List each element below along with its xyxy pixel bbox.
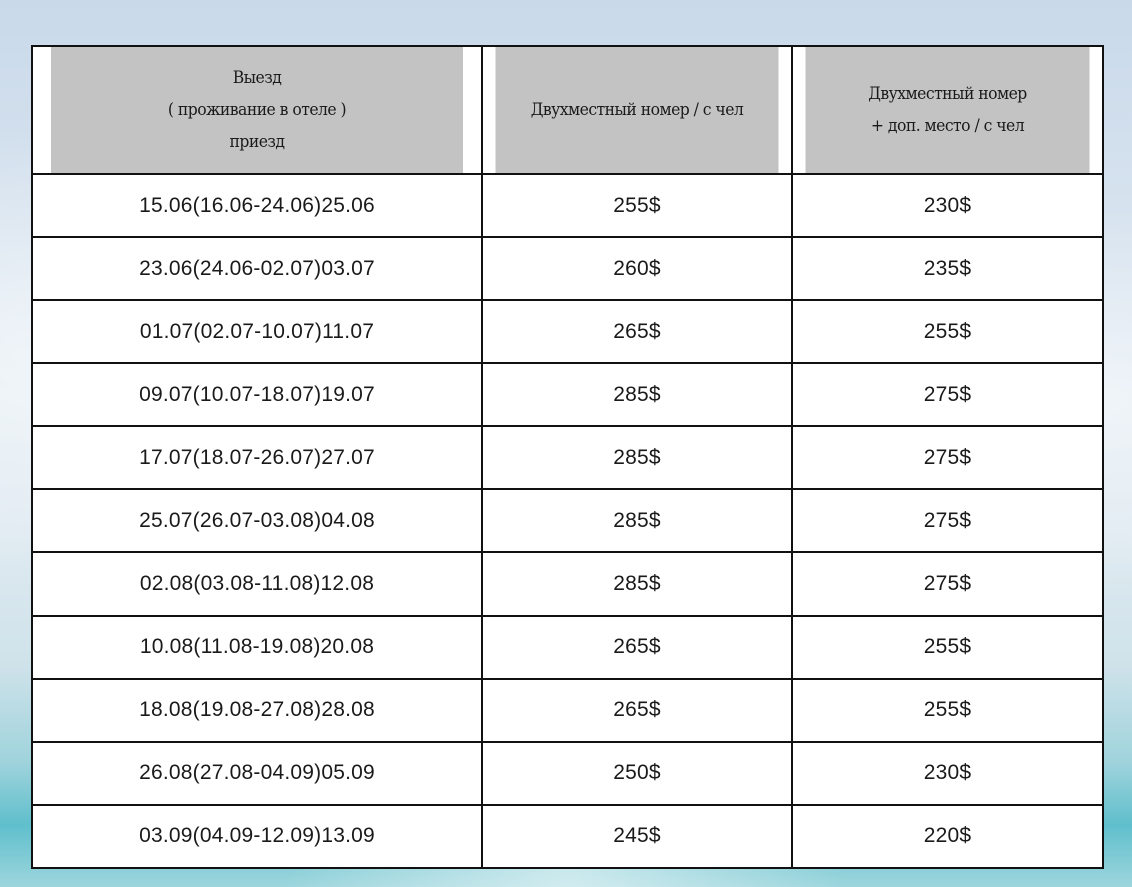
cell-extra-price: 275$ [791,425,1104,491]
cell-double-price: 265$ [481,614,793,680]
header-extra-line-1: Двухместный номер [868,84,1027,104]
cell-double-price: 285$ [481,551,793,617]
table-header-row: Выезд ( проживание в отеле ) приезд Двух… [32,45,1103,175]
header-dates-line-2: ( проживание в отеле ) [167,100,347,120]
cell-extra-price: 275$ [791,488,1104,554]
header-double-room: Двухместный номер / с чел [493,45,781,175]
cell-extra-price: 235$ [791,236,1104,302]
cell-dates: 25.07(26.07-03.08)04.08 [31,488,483,554]
cell-dates: 17.07(18.07-26.07)27.07 [31,425,483,491]
cell-double-price: 265$ [481,299,793,365]
table-row: 23.06(24.06-02.07)03.07 260$ 235$ [31,236,1104,302]
cell-dates: 03.09(04.09-12.09)13.09 [31,803,483,870]
header-double-line-1: Двухместный номер / с чел [530,100,744,120]
cell-dates: 18.08(19.08-27.08)28.08 [31,677,483,743]
table-row: 03.09(04.09-12.09)13.09 245$ 220$ [31,803,1104,870]
cell-double-price: 285$ [481,488,793,554]
cell-extra-price: 230$ [791,172,1104,239]
cell-extra-price: 255$ [791,614,1104,680]
table-row: 25.07(26.07-03.08)04.08 285$ 275$ [31,488,1104,554]
cell-dates: 26.08(27.08-04.09)05.09 [31,740,483,806]
cell-extra-price: 255$ [791,677,1104,743]
table-row: 02.08(03.08-11.08)12.08 285$ 275$ [31,551,1104,617]
header-dates: Выезд ( проживание в отеле ) приезд [49,45,465,175]
cell-dates: 09.07(10.07-18.07)19.07 [31,362,483,428]
cell-dates: 15.06(16.06-24.06)25.06 [31,172,483,239]
cell-extra-price: 255$ [791,299,1104,365]
header-double-extra-bed: Двухместный номер + доп. место / с чел [803,45,1092,175]
cell-dates: 01.07(02.07-10.07)11.07 [31,299,483,365]
table-row: 18.08(19.08-27.08)28.08 265$ 255$ [31,677,1104,743]
cell-double-price: 260$ [481,236,793,302]
table-row: 15.06(16.06-24.06)25.06 255$ 230$ [31,172,1104,239]
table-row: 17.07(18.07-26.07)27.07 285$ 275$ [31,425,1104,491]
cell-dates: 23.06(24.06-02.07)03.07 [31,236,483,302]
header-dates-line-1: Выезд [232,68,282,88]
cell-dates: 10.08(11.08-19.08)20.08 [31,614,483,680]
table-row: 10.08(11.08-19.08)20.08 265$ 255$ [31,614,1104,680]
cell-double-price: 255$ [481,172,793,239]
cell-dates: 02.08(03.08-11.08)12.08 [31,551,483,617]
table-row: 01.07(02.07-10.07)11.07 265$ 255$ [31,299,1104,365]
header-dates-line-3: приезд [229,132,286,152]
cell-double-price: 245$ [481,803,793,870]
cell-extra-price: 275$ [791,551,1104,617]
cell-extra-price: 220$ [791,803,1104,870]
table-row: 09.07(10.07-18.07)19.07 285$ 275$ [31,362,1104,428]
table-row: 26.08(27.08-04.09)05.09 250$ 230$ [31,740,1104,806]
cell-extra-price: 230$ [791,740,1104,806]
cell-double-price: 250$ [481,740,793,806]
cell-extra-price: 275$ [791,362,1104,428]
header-extra-line-2: + доп. место / с чел [870,116,1025,136]
cell-double-price: 285$ [481,362,793,428]
price-table: Выезд ( проживание в отеле ) приезд Двух… [31,45,1104,870]
cell-double-price: 265$ [481,677,793,743]
cell-double-price: 285$ [481,425,793,491]
